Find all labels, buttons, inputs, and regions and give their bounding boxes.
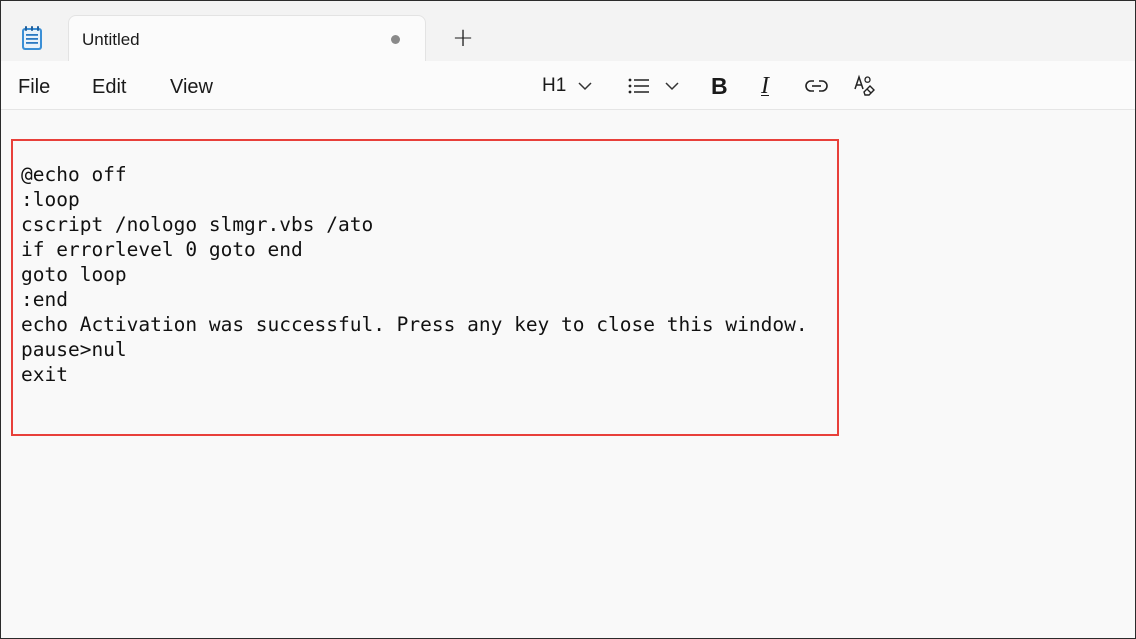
code-line: goto loop — [21, 263, 127, 286]
notepad-app-icon — [22, 26, 42, 50]
link-icon — [805, 80, 828, 92]
tab-title: Untitled — [82, 30, 140, 49]
code-line: @echo off — [21, 163, 127, 186]
tab-untitled[interactable]: Untitled — [68, 15, 426, 62]
chevron-down-icon — [665, 82, 679, 91]
list-dropdown[interactable] — [628, 71, 679, 101]
chevron-down-icon — [578, 82, 592, 91]
menu-file[interactable]: File — [18, 76, 50, 99]
bold-icon: B — [711, 72, 728, 99]
notepad-window: Untitled + File Edit View H1 B I @echo o… — [0, 0, 1136, 639]
list-icon — [628, 78, 649, 94]
new-tab-button[interactable]: + — [448, 23, 478, 53]
code-line: exit — [21, 363, 68, 386]
clear-formatting-button[interactable] — [853, 71, 877, 101]
bold-button[interactable]: B — [711, 71, 728, 101]
link-button[interactable] — [805, 71, 828, 101]
heading-dropdown[interactable]: H1 — [542, 71, 592, 101]
heading-value: H1 — [542, 75, 567, 96]
code-line: echo Activation was successful. Press an… — [21, 313, 808, 336]
editor-content[interactable]: @echo off:loop cscript /nologo slmgr.vbs … — [21, 162, 808, 387]
code-line: pause>nul — [21, 338, 127, 361]
menu-view[interactable]: View — [170, 76, 213, 99]
menu-edit[interactable]: Edit — [92, 76, 126, 99]
italic-icon: I — [761, 72, 769, 99]
text-editor[interactable]: @echo off:loop cscript /nologo slmgr.vbs … — [1, 111, 1135, 638]
clear-formatting-icon — [854, 74, 875, 96]
menu-bar: File Edit View H1 B I — [1, 61, 1135, 110]
unsaved-dot-icon[interactable] — [391, 35, 400, 44]
code-line: cscript /nologo slmgr.vbs /ato — [21, 213, 374, 236]
code-line: if errorlevel 0 goto end — [21, 238, 303, 261]
italic-button[interactable]: I — [761, 71, 769, 101]
tab-strip: Untitled + — [1, 1, 1135, 62]
code-line: :end — [21, 288, 68, 311]
code-line: :loop — [21, 188, 80, 211]
